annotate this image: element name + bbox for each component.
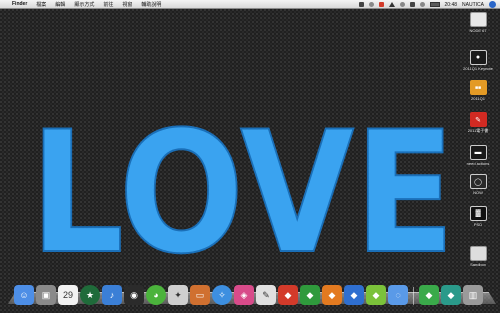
colorsync-icon[interactable]: ◈ <box>234 285 254 305</box>
desktop-icon-sandbox[interactable]: Sandbox <box>456 246 500 267</box>
app-blue-icon[interactable]: ◆ <box>344 285 364 305</box>
status-sync-icon[interactable] <box>368 2 374 7</box>
itunes-icon[interactable]: ♪ <box>102 285 122 305</box>
menu-go[interactable]: 前往 <box>103 1 113 8</box>
user-name[interactable]: NAUTICA <box>462 2 484 8</box>
drive-icon <box>469 12 487 27</box>
activity-monitor-icon[interactable]: ▣ <box>36 285 56 305</box>
status-clock-icon[interactable] <box>399 2 405 7</box>
battery-icon[interactable] <box>429 2 440 7</box>
desktop-icon-label: NODE 67 <box>469 28 487 33</box>
desktop-icon-drive[interactable]: NODE 67 <box>456 12 500 33</box>
trash-icon[interactable]: ▥ <box>463 285 483 305</box>
desktop-icon-label: 2011電子書 <box>467 128 489 133</box>
desktop-icon-folder[interactable]: ■■ 2011Q1 <box>456 80 500 101</box>
desktop-icon-now[interactable]: ◯ NOW <box>456 174 500 195</box>
love-text: LOVE <box>30 95 455 291</box>
desktop-icon-label: NOW <box>473 190 483 195</box>
app-green-icon[interactable]: ◆ <box>300 285 320 305</box>
clock-text[interactable]: 20:48 <box>445 2 458 8</box>
desktop-icon-psd[interactable]: ▓ PSD <box>456 206 500 227</box>
spotlight-icon[interactable] <box>489 1 496 8</box>
dock-separator <box>413 287 414 305</box>
app-green2-icon[interactable]: ◆ <box>419 285 439 305</box>
desktop-icon-label: Sandbox <box>470 262 486 267</box>
desktop-icon-need-actions[interactable]: ▬ need actions <box>456 145 500 166</box>
menu-window[interactable]: 視窗 <box>122 1 132 8</box>
dock: ☺ ▣ 29 ★ ♪ ◉ ◕ ✦ ▭ ✧ ◈ ✎ ◆ ◆ ◆ ◆ ◆ ◌ ◆ ◆ ▥ <box>14 283 483 305</box>
app-red-icon[interactable]: ◆ <box>278 285 298 305</box>
status-app-icon[interactable] <box>358 2 364 7</box>
adium-icon[interactable]: ◕ <box>146 285 166 305</box>
menu-finder[interactable]: Finder <box>12 1 27 7</box>
menu-bar: Finder 檔案 編輯 顯示方式 前往 視窗 輔助說明 20:48 NAUTI… <box>0 0 500 9</box>
menu-file[interactable]: 檔案 <box>36 1 46 8</box>
love-artwork: LOVE <box>29 94 456 292</box>
desktop-icon-label: 2011Q1 <box>471 96 485 101</box>
app-orange-icon[interactable]: ◆ <box>322 285 342 305</box>
app-teal-icon[interactable]: ◆ <box>441 285 461 305</box>
desktop-icon-pdf[interactable]: ✎ 2011電子書 <box>456 112 500 134</box>
menu-help[interactable]: 輔助說明 <box>141 1 161 8</box>
pdf-icon: ✎ <box>469 112 487 127</box>
menu-view[interactable]: 顯示方式 <box>74 1 94 8</box>
status-alert-icon[interactable] <box>378 2 384 7</box>
app-lime-icon[interactable]: ◆ <box>366 285 386 305</box>
keynote-icon[interactable]: ▭ <box>190 285 210 305</box>
chat-icon[interactable]: ◌ <box>388 285 408 305</box>
psd-doc-icon: ▓ <box>469 206 487 221</box>
action-doc-icon: ▬ <box>469 145 487 160</box>
menu-edit[interactable]: 編輯 <box>55 1 65 8</box>
wifi-icon[interactable] <box>419 2 425 7</box>
status-warning-icon[interactable] <box>388 2 395 7</box>
finder-icon[interactable]: ☺ <box>14 285 34 305</box>
safari-icon[interactable]: ✧ <box>212 285 232 305</box>
folder-icon: ■■ <box>469 80 487 95</box>
starbucks-icon[interactable]: ★ <box>80 285 100 305</box>
mirror-doc-icon: ◯ <box>469 174 487 189</box>
keynote-doc-icon: ● <box>469 50 487 65</box>
ical-icon[interactable]: 29 <box>58 285 78 305</box>
sandbox-icon <box>469 246 487 261</box>
address-book-icon[interactable]: ✦ <box>168 285 188 305</box>
status-area: 20:48 NAUTICA <box>358 0 496 9</box>
desktop-icon-label: 2011Q1 Keynote <box>463 66 493 71</box>
status-bluetooth-icon[interactable] <box>409 2 415 7</box>
desktop-icon-label: need actions <box>466 161 490 166</box>
desktop-icon-label: PSD <box>473 222 483 227</box>
photo-booth-icon[interactable]: ◉ <box>124 285 144 305</box>
desktop-icon-keynote-doc[interactable]: ● 2011Q1 Keynote <box>456 50 500 71</box>
textwrangler-icon[interactable]: ✎ <box>256 285 276 305</box>
